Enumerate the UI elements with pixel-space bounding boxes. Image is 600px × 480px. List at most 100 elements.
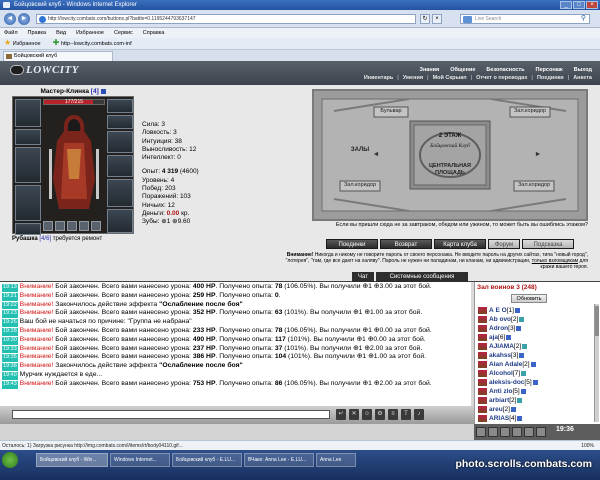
quick-icon[interactable] [512,427,522,437]
chat-input[interactable] [12,410,330,419]
maximize-button[interactable]: □ [573,1,585,9]
club-map-button[interactable]: Карта клуба [434,239,486,249]
shield-slot[interactable] [107,179,133,207]
chat-time[interactable]: 19:33 [2,345,18,354]
room-user[interactable]: Anti zlo[5] [478,387,526,396]
chat-time[interactable]: 19:28 [2,327,18,336]
armor-slot[interactable] [15,185,41,221]
nav-profile[interactable]: Анкета [573,75,592,81]
map-boulevard[interactable]: Бульвар [374,108,408,114]
address-bar[interactable]: http://lowcity.combats.com/buttons.pl?ba… [36,14,416,24]
chat-time[interactable]: 19:21 [2,292,18,301]
user-info-icon[interactable] [510,406,516,412]
user-info-icon[interactable] [522,343,528,349]
nav-transfer-report[interactable]: Отчет о переводах [476,75,527,81]
nav-communication[interactable]: Общение [450,67,475,73]
user-info-icon[interactable] [519,316,525,322]
user-name[interactable]: AJIAMA [489,343,514,350]
hint-button[interactable]: Подсказка [522,239,574,249]
small-slot[interactable] [43,221,53,231]
user-name[interactable]: А Е О [489,307,507,314]
user-name[interactable]: arbiart [489,397,509,404]
user-info-icon[interactable] [530,361,536,367]
nav-battles[interactable]: Поединки [537,75,564,81]
user-list-scrollbar[interactable] [594,304,599,422]
forward-arrow-icon[interactable]: ► [18,13,30,25]
user-name[interactable]: Alcohol [489,370,513,377]
clear-icon[interactable]: ✕ [349,409,359,420]
ring-slot[interactable] [107,131,133,153]
filter-icon[interactable]: ≡ [388,409,398,420]
user-name[interactable]: ARIAS [489,415,509,422]
close-button[interactable]: × [586,1,598,9]
chat-time[interactable]: 19:13 [2,284,18,292]
boots-slot[interactable] [107,209,133,233]
character-figure[interactable] [45,109,103,217]
quick-icon[interactable] [476,427,486,437]
small-slot[interactable] [55,221,65,231]
room-user[interactable]: Adron[3] [478,324,522,333]
shirt-link[interactable]: Рубашка [12,236,38,242]
sound-icon[interactable]: ♪ [414,409,424,420]
user-info-icon[interactable] [519,352,525,358]
user-name[interactable]: Ab ovo [489,316,511,323]
belt-slot[interactable] [15,223,41,235]
refresh-button[interactable]: Обновить [511,294,547,303]
small-slot[interactable] [67,221,77,231]
small-slot[interactable] [79,221,89,231]
small-slot[interactable] [91,221,101,231]
chat-time[interactable]: 19:23 [2,310,18,319]
user-name[interactable]: Alan Adale [489,361,522,368]
chat-time[interactable]: 19:38 [2,363,18,371]
chat-time[interactable]: 19:22 [2,301,18,310]
helmet-slot[interactable] [15,99,41,127]
room-user[interactable]: ARIAS[4] [478,414,523,423]
user-name[interactable]: Adron [489,325,508,332]
chat-time[interactable]: 19:40 [2,371,18,380]
refresh-icon[interactable]: ↻ [420,14,430,24]
user-name[interactable]: Anti zlo [489,388,512,395]
map-club[interactable]: Бойцовский Клуб [414,143,486,149]
room-user[interactable]: aja[6] [478,333,512,342]
chat-time[interactable]: 19:30 [2,336,18,345]
user-info-icon[interactable] [517,397,523,403]
favorites-button[interactable]: ★ Избранное [4,37,41,50]
settings-icon[interactable]: ⚙ [375,409,385,420]
user-name[interactable]: aleksis-doc [489,379,524,386]
nav-exit[interactable]: Выход [574,67,592,73]
chat-time[interactable]: 19:26 [2,319,18,327]
room-user[interactable]: arbiart[2] [478,396,523,405]
stop-icon[interactable]: × [432,14,442,24]
smiley-icon[interactable]: ☺ [362,409,372,420]
user-info-icon[interactable] [532,379,538,385]
quick-icon[interactable] [524,427,534,437]
battles-button[interactable]: Поединки [326,239,378,249]
room-user[interactable]: Alan Adale[2] [478,360,536,369]
start-button[interactable] [2,452,18,468]
nav-my-stash[interactable]: Мой Скрыап [433,75,467,81]
nav-inventory[interactable]: Инвентарь [364,75,393,81]
user-info-icon[interactable] [517,415,523,421]
necklace-slot[interactable] [107,115,133,129]
tab-chat[interactable]: Чат [352,272,374,282]
user-info-icon[interactable] [514,307,520,313]
user-name[interactable]: areu [489,406,503,413]
room-user[interactable]: Alcohol[7] [478,369,527,378]
nav-security[interactable]: Безопасность [486,67,524,73]
taskbar-item[interactable]: ВЧаке: Anna Lee - Е.LU... [244,453,314,467]
weapon-slot[interactable] [15,147,41,183]
return-button[interactable]: Возврат [380,239,432,249]
map-corridor-bottom-left[interactable]: Зал.коридор [340,182,380,188]
room-user[interactable]: Ab ovo[2] [478,315,525,324]
nav-knowledge[interactable]: Знания [420,67,440,73]
minimize-button[interactable]: _ [560,1,572,9]
chat-time[interactable]: 19:35 [2,354,18,363]
send-icon[interactable]: ↵ [336,409,346,420]
quick-icon[interactable] [536,427,546,437]
map-corridor-top[interactable]: Зал.коридор [510,108,550,114]
user-info-icon[interactable] [520,388,526,394]
character-name[interactable]: Мастер-Клинка [4] [12,87,134,96]
user-name[interactable]: akahss [489,352,511,359]
tab-system-messages[interactable]: Системные сообщения [376,272,468,282]
chat-time[interactable]: 19:43 [2,380,18,389]
